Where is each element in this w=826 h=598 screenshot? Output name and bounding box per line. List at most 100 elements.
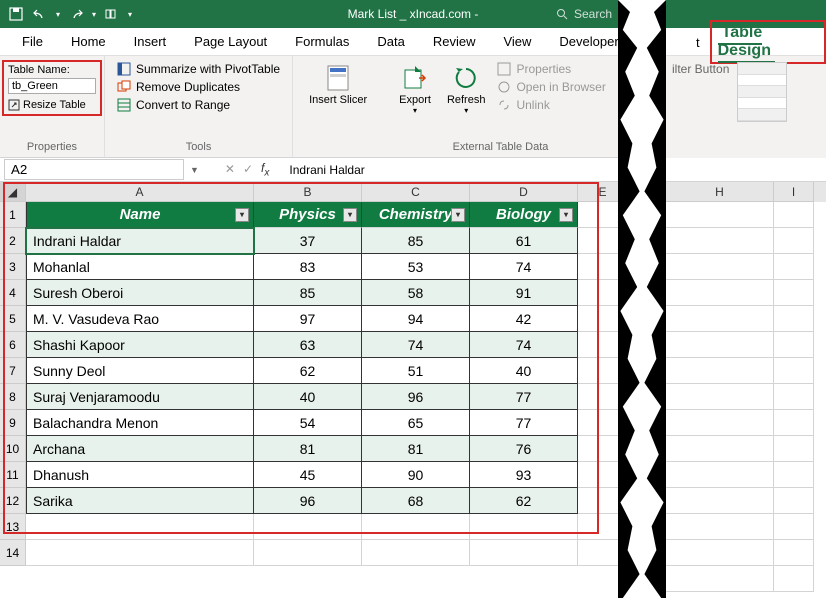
cell-name[interactable]: Suresh Oberoi (26, 280, 254, 306)
fx-icon[interactable]: fx (261, 161, 269, 178)
col-header-A[interactable]: A (26, 182, 254, 202)
cell[interactable] (578, 358, 628, 384)
cancel-icon[interactable]: ✕ (225, 162, 235, 176)
cell[interactable] (774, 280, 814, 306)
select-all-cell[interactable]: ◢ (0, 182, 26, 202)
cell[interactable] (774, 436, 814, 462)
cell[interactable] (774, 384, 814, 410)
cell-physics[interactable]: 63 (254, 332, 362, 358)
cell-physics[interactable]: 54 (254, 410, 362, 436)
cell-biology[interactable]: 76 (470, 436, 578, 462)
cell-biology[interactable]: 74 (470, 254, 578, 280)
cell[interactable] (774, 462, 814, 488)
col-header-I[interactable]: I (774, 182, 814, 202)
cell-name[interactable]: Indrani Haldar (26, 228, 254, 254)
row-header[interactable]: 2 (0, 228, 26, 254)
cell-physics[interactable]: 85 (254, 280, 362, 306)
cell[interactable] (578, 202, 628, 228)
row-header[interactable]: 12 (0, 488, 26, 514)
filter-dropdown-icon[interactable]: ▾ (343, 208, 357, 222)
cell[interactable] (666, 488, 774, 514)
table-header-chemistry[interactable]: Chemistry▾ (362, 202, 470, 228)
tab-home[interactable]: Home (57, 34, 120, 49)
cell[interactable] (578, 228, 628, 254)
redo-dropdown-icon[interactable]: ▾ (92, 10, 96, 19)
cell[interactable] (578, 254, 628, 280)
name-box[interactable] (4, 159, 184, 180)
cell[interactable] (578, 280, 628, 306)
cell[interactable] (666, 202, 774, 228)
resize-table-button[interactable]: Resize Table (8, 98, 96, 112)
cell[interactable] (774, 228, 814, 254)
cell-name[interactable]: Sarika (26, 488, 254, 514)
cell[interactable] (578, 540, 628, 566)
cell[interactable] (774, 202, 814, 228)
remove-duplicates-button[interactable]: Remove Duplicates (117, 80, 280, 94)
refresh-button[interactable]: Refresh ▾ (439, 60, 494, 119)
qat-dropdown-icon[interactable]: ▾ (128, 10, 132, 19)
cell-biology[interactable]: 77 (470, 384, 578, 410)
cell-chemistry[interactable]: 51 (362, 358, 470, 384)
cell-chemistry[interactable]: 90 (362, 462, 470, 488)
cell[interactable] (578, 306, 628, 332)
cell-biology[interactable]: 77 (470, 410, 578, 436)
cell-biology[interactable]: 62 (470, 488, 578, 514)
row-header[interactable]: 4 (0, 280, 26, 306)
cell[interactable] (666, 228, 774, 254)
cell[interactable] (666, 514, 774, 540)
cell-name[interactable]: M. V. Vasudeva Rao (26, 306, 254, 332)
cell-biology[interactable]: 91 (470, 280, 578, 306)
col-header-H[interactable]: H (666, 182, 774, 202)
cell[interactable] (774, 410, 814, 436)
cell-biology[interactable]: 42 (470, 306, 578, 332)
search-box[interactable]: Search (556, 7, 636, 21)
row-header[interactable]: 13 (0, 514, 26, 540)
cell[interactable] (470, 514, 578, 540)
table-header-physics[interactable]: Physics▾ (254, 202, 362, 228)
cell[interactable] (578, 410, 628, 436)
table-name-input[interactable] (8, 78, 96, 94)
cell[interactable] (26, 540, 254, 566)
tab-file[interactable]: File (8, 34, 57, 49)
cell-physics[interactable]: 37 (254, 228, 362, 254)
cell-physics[interactable]: 96 (254, 488, 362, 514)
cell[interactable] (666, 436, 774, 462)
tab-insert[interactable]: Insert (120, 34, 181, 49)
cell[interactable] (362, 514, 470, 540)
cell[interactable] (666, 306, 774, 332)
cell[interactable] (774, 306, 814, 332)
cell[interactable] (578, 436, 628, 462)
cell[interactable] (578, 488, 628, 514)
cell[interactable] (666, 462, 774, 488)
tab-developer[interactable]: Developer (545, 34, 632, 49)
cell-name[interactable]: Dhanush (26, 462, 254, 488)
cell-chemistry[interactable]: 53 (362, 254, 470, 280)
cell[interactable] (26, 514, 254, 540)
cell[interactable] (666, 384, 774, 410)
cell[interactable] (254, 540, 362, 566)
cell-physics[interactable]: 83 (254, 254, 362, 280)
cell[interactable] (774, 514, 814, 540)
cell-biology[interactable]: 74 (470, 332, 578, 358)
cell[interactable] (774, 540, 814, 566)
cell-chemistry[interactable]: 65 (362, 410, 470, 436)
cell[interactable] (666, 410, 774, 436)
cell-name[interactable]: Balachandra Menon (26, 410, 254, 436)
col-header-D[interactable]: D (470, 182, 578, 202)
tab-review[interactable]: Review (419, 34, 490, 49)
cell-name[interactable]: Suraj Venjaramoodu (26, 384, 254, 410)
cell[interactable] (774, 254, 814, 280)
insert-slicer-button[interactable]: Insert Slicer (301, 60, 375, 110)
cell-name[interactable]: Sunny Deol (26, 358, 254, 384)
redo-icon[interactable] (68, 6, 84, 22)
quick-access-icon[interactable] (104, 6, 120, 22)
cell[interactable] (774, 566, 814, 592)
undo-dropdown-icon[interactable]: ▾ (56, 10, 60, 19)
filter-dropdown-icon[interactable]: ▾ (235, 208, 249, 222)
cell[interactable] (666, 254, 774, 280)
cell[interactable] (774, 358, 814, 384)
filter-button-label[interactable]: ilter Button (672, 62, 729, 76)
cell[interactable] (666, 280, 774, 306)
cell-physics[interactable]: 81 (254, 436, 362, 462)
cell-physics[interactable]: 97 (254, 306, 362, 332)
